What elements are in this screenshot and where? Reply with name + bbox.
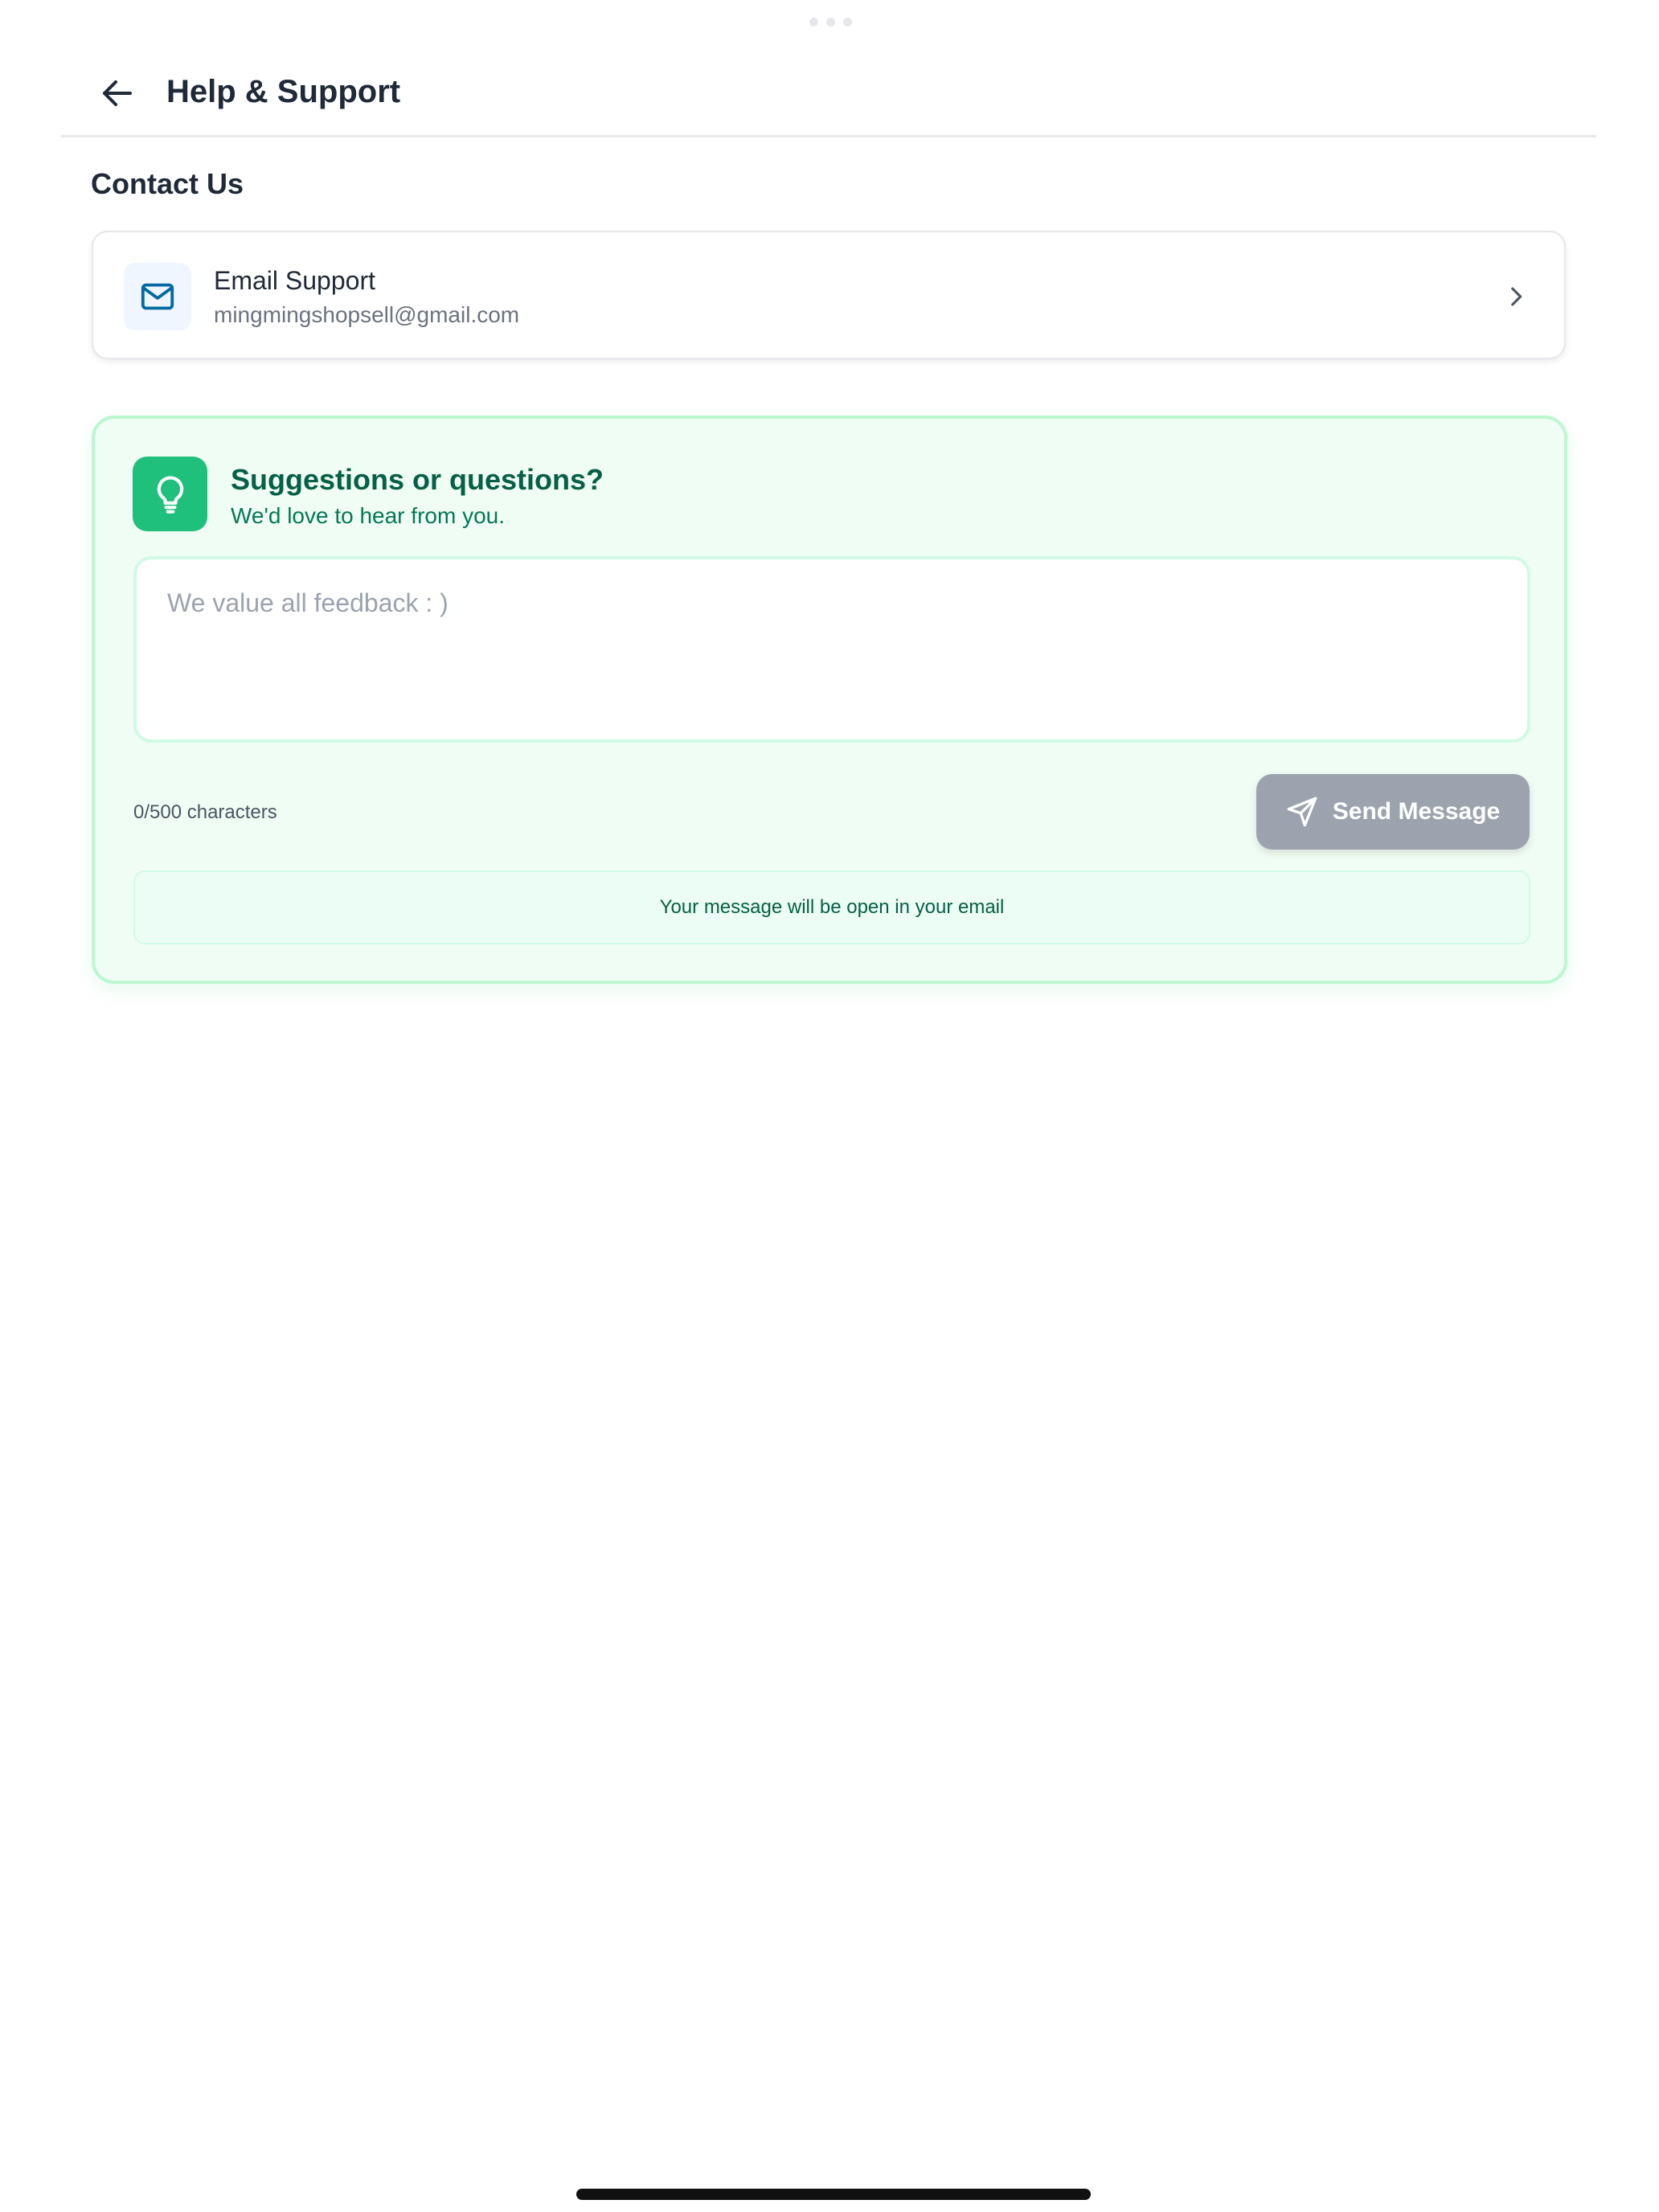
mail-icon xyxy=(141,283,174,310)
handle-dot xyxy=(809,18,818,27)
email-support-address: mingmingshopsell@gmail.com xyxy=(214,302,520,327)
character-counter: 0/500 characters xyxy=(133,801,277,823)
window-handle-dots xyxy=(809,18,852,27)
page-title: Help & Support xyxy=(166,74,401,109)
lightbulb-icon-container xyxy=(133,457,207,531)
feedback-textarea[interactable] xyxy=(133,556,1530,743)
back-button[interactable] xyxy=(92,68,143,119)
feedback-title: Suggestions or questions? xyxy=(231,463,604,496)
lightbulb-icon xyxy=(157,475,183,514)
page-header: Help & Support xyxy=(61,48,1596,137)
feedback-card: Suggestions or questions? We'd love to h… xyxy=(92,416,1567,984)
send-message-label: Send Message xyxy=(1332,798,1501,825)
handle-dot xyxy=(826,18,835,27)
email-support-card[interactable]: Email Support mingmingshopsell@gmail.com xyxy=(92,231,1566,359)
send-message-button[interactable]: Send Message xyxy=(1256,774,1530,850)
email-support-title: Email Support xyxy=(214,266,375,295)
contact-section-title: Contact Us xyxy=(91,167,244,200)
email-open-note: Your message will be open in your email xyxy=(133,870,1530,944)
send-icon xyxy=(1287,797,1317,827)
mail-icon-container xyxy=(124,263,191,330)
feedback-subtitle: We'd love to hear from you. xyxy=(231,503,505,528)
handle-dot xyxy=(843,18,852,27)
arrow-left-icon xyxy=(103,80,132,106)
home-indicator[interactable] xyxy=(576,2189,1091,2200)
chevron-right-icon xyxy=(1497,277,1535,316)
